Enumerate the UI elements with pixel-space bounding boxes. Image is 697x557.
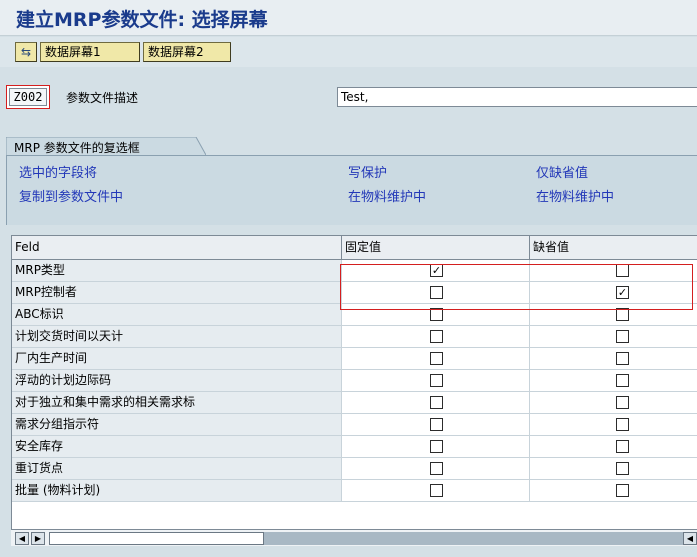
default-value-cell [529, 260, 697, 281]
data-screen-1-button[interactable]: 数据屏幕1 [40, 42, 140, 62]
profile-description-label: 参数文件描述 [66, 91, 139, 105]
col1-line1: 选中的字段将 [19, 166, 98, 181]
table-row: 厂内生产时间 [12, 348, 697, 370]
fixed-value-checkbox[interactable] [430, 330, 443, 343]
horizontal-scrollbar[interactable]: ◀ ▶ ◀ [11, 529, 697, 546]
default-value-checkbox[interactable] [616, 440, 629, 453]
default-value-cell [529, 304, 697, 325]
fixed-value-checkbox[interactable] [430, 352, 443, 365]
default-value-checkbox[interactable] [616, 462, 629, 475]
col3-line1: 仅缺省值 [536, 166, 589, 181]
fixed-value-checkbox[interactable] [430, 418, 443, 431]
fixed-value-checkbox[interactable] [430, 484, 443, 497]
default-value-cell [529, 436, 697, 457]
default-value-checkbox[interactable] [616, 396, 629, 409]
default-value-checkbox[interactable] [616, 484, 629, 497]
page-title: 建立MRP参数文件: 选择屏幕 [16, 9, 268, 31]
profile-description-input[interactable]: Test, [337, 87, 697, 107]
default-value-checkbox[interactable] [616, 418, 629, 431]
scroll-thumb[interactable] [49, 532, 264, 545]
application-toolbar: ⇆ 数据屏幕1 数据屏幕2 [0, 37, 697, 67]
table-row: 安全库存 [12, 436, 697, 458]
checkbox-group-box: 选中的字段将 复制到参数文件中 写保护 在物料维护中 仅缺省值 在物料维护中 [6, 155, 697, 225]
column-header-default[interactable]: 缺省值 [529, 236, 697, 260]
table-row: 重订货点 [12, 458, 697, 480]
field-table: Feld 固定值 缺省值 MRP类型 ✓ MRP控制者 ✓ ABC标识 计划交货时间以天计… [11, 235, 697, 540]
fixed-value-cell [341, 436, 529, 457]
col1-line2: 复制到参数文件中 [19, 190, 124, 205]
fixed-value-cell [341, 326, 529, 347]
field-name-cell: ABC标识 [12, 304, 341, 325]
fixed-value-cell [341, 392, 529, 413]
fixed-value-checkbox[interactable]: ✓ [430, 264, 443, 277]
scroll-far-left-icon[interactable]: ◀ [683, 532, 697, 545]
default-value-checkbox[interactable] [616, 308, 629, 321]
default-value-checkbox[interactable] [616, 374, 629, 387]
profile-key-value: Z002 [9, 88, 47, 106]
field-name-cell: 对于独立和集中需求的相关需求标 [12, 392, 341, 413]
fixed-value-cell [341, 480, 529, 501]
fixed-value-checkbox[interactable] [430, 286, 443, 299]
default-value-cell [529, 414, 697, 435]
field-name-cell: 安全库存 [12, 436, 341, 457]
default-value-checkbox[interactable]: ✓ [616, 286, 629, 299]
field-name-cell: 浮动的计划边际码 [12, 370, 341, 391]
default-value-cell [529, 392, 697, 413]
default-value-cell [529, 480, 697, 501]
group-box-tab: MRP 参数文件的复选框 [6, 137, 206, 156]
fixed-value-cell [341, 458, 529, 479]
data-screen-2-button[interactable]: 数据屏幕2 [143, 42, 231, 62]
field-name-cell: 需求分组指示符 [12, 414, 341, 435]
table-row: 批量 (物料计划) [12, 480, 697, 502]
fixed-value-checkbox[interactable] [430, 374, 443, 387]
fixed-value-checkbox[interactable] [430, 440, 443, 453]
default-value-cell [529, 348, 697, 369]
col2-line2: 在物料维护中 [348, 190, 427, 205]
table-header: Feld 固定值 缺省值 [12, 236, 697, 260]
field-name-cell: 批量 (物料计划) [12, 480, 341, 501]
default-value-cell [529, 458, 697, 479]
title-bar: 建立MRP参数文件: 选择屏幕 [0, 0, 697, 36]
group-box-title: MRP 参数文件的复选框 [14, 141, 140, 155]
fixed-value-cell [341, 370, 529, 391]
table-row: 浮动的计划边际码 [12, 370, 697, 392]
default-value-cell [529, 326, 697, 347]
table-row: 需求分组指示符 [12, 414, 697, 436]
field-name-cell: 重订货点 [12, 458, 341, 479]
table-row: 计划交货时间以天计 [12, 326, 697, 348]
field-name-cell: 厂内生产时间 [12, 348, 341, 369]
field-name-cell: MRP控制者 [12, 282, 341, 303]
table-row: MRP类型 ✓ [12, 260, 697, 282]
table-row: MRP控制者 ✓ [12, 282, 697, 304]
default-value-checkbox[interactable] [616, 352, 629, 365]
switch-screen-icon[interactable]: ⇆ [15, 42, 37, 62]
col2-line1: 写保护 [348, 166, 388, 181]
scroll-track[interactable] [264, 532, 683, 545]
fixed-value-cell [341, 414, 529, 435]
col3-line2: 在物料维护中 [536, 190, 615, 205]
field-name-cell: MRP类型 [12, 260, 341, 281]
default-value-checkbox[interactable] [616, 330, 629, 343]
table-row: ABC标识 [12, 304, 697, 326]
default-value-checkbox[interactable] [616, 264, 629, 277]
fixed-value-checkbox[interactable] [430, 396, 443, 409]
fixed-value-cell [341, 304, 529, 325]
fixed-value-cell [341, 348, 529, 369]
profile-key-field[interactable]: Z002 [6, 85, 50, 109]
scroll-right-icon[interactable]: ▶ [31, 532, 45, 545]
fixed-value-checkbox[interactable] [430, 462, 443, 475]
scroll-left-icon[interactable]: ◀ [15, 532, 29, 545]
fixed-value-cell [341, 282, 529, 303]
column-header-fixed[interactable]: 固定值 [341, 236, 529, 260]
field-name-cell: 计划交货时间以天计 [12, 326, 341, 347]
default-value-cell [529, 370, 697, 391]
default-value-cell: ✓ [529, 282, 697, 303]
fixed-value-cell: ✓ [341, 260, 529, 281]
fixed-value-checkbox[interactable] [430, 308, 443, 321]
column-header-field[interactable]: Feld [12, 236, 341, 260]
table-row: 对于独立和集中需求的相关需求标 [12, 392, 697, 414]
